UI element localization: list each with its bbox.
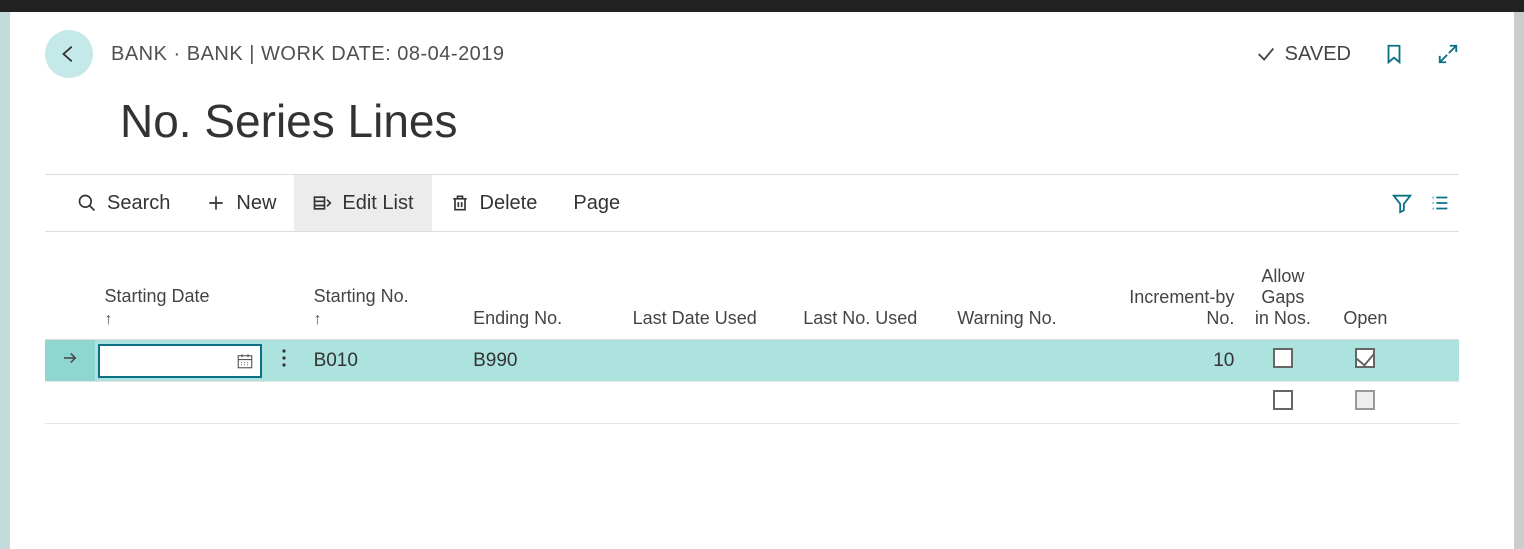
col-spacer	[1409, 260, 1459, 340]
toolbar: Search New Edit List Delete Page	[45, 174, 1459, 232]
sort-asc-icon: ↑	[314, 311, 454, 329]
starting-date-input[interactable]	[98, 344, 263, 378]
edit-list-label: Edit List	[342, 192, 413, 215]
cell-starting-date[interactable]	[95, 382, 266, 424]
cell-open[interactable]	[1321, 382, 1409, 424]
checkbox-disabled[interactable]	[1355, 390, 1375, 410]
cell-last-no-used[interactable]	[793, 382, 947, 424]
delete-button[interactable]: Delete	[432, 175, 556, 231]
cell-last-date-used[interactable]	[623, 382, 794, 424]
col-increment-by-no[interactable]: Increment-by No.	[1101, 260, 1244, 340]
col-rowselector	[45, 260, 95, 340]
row-indicator[interactable]	[45, 340, 95, 382]
checkbox-unchecked[interactable]	[1273, 390, 1293, 410]
filter-button[interactable]	[1391, 191, 1413, 215]
col-last-no-used[interactable]: Last No. Used	[793, 260, 947, 340]
arrow-left-icon	[58, 43, 80, 65]
list-icon	[1429, 192, 1451, 214]
saved-label: SAVED	[1285, 43, 1351, 66]
cell-last-no-used[interactable]	[793, 340, 947, 382]
cell-ending-no[interactable]: B990	[463, 340, 623, 382]
list-view-button[interactable]	[1429, 191, 1451, 215]
col-warning-no[interactable]: Warning No.	[947, 260, 1101, 340]
search-label: Search	[107, 192, 170, 215]
col-allow-gaps[interactable]: Allow Gaps in Nos.	[1244, 260, 1321, 340]
cell-spacer	[1409, 340, 1459, 382]
page-container: BANK · BANK | WORK DATE: 08-04-2019 SAVE…	[10, 12, 1514, 549]
calendar-icon	[236, 352, 254, 370]
data-grid: Starting Date ↑ Starting No. ↑ Ending No…	[45, 260, 1459, 424]
cell-allow-gaps[interactable]	[1244, 340, 1321, 382]
background-left-edge	[0, 12, 10, 549]
cell-last-date-used[interactable]	[623, 340, 794, 382]
col-ending-no[interactable]: Ending No.	[463, 260, 623, 340]
check-icon	[1255, 43, 1277, 65]
sort-asc-icon: ↑	[105, 311, 256, 329]
col-rowmenu	[265, 260, 304, 340]
cell-open[interactable]	[1321, 340, 1409, 382]
cell-starting-no[interactable]: B010	[304, 340, 464, 382]
bookmark-button[interactable]	[1383, 42, 1405, 66]
checkbox-checked[interactable]	[1355, 348, 1375, 368]
back-button[interactable]	[45, 30, 93, 78]
calendar-button[interactable]	[230, 352, 260, 370]
page-label: Page	[573, 192, 620, 215]
table-header-row: Starting Date ↑ Starting No. ↑ Ending No…	[45, 260, 1459, 340]
row-indicator[interactable]	[45, 382, 95, 424]
col-open[interactable]: Open	[1321, 260, 1409, 340]
funnel-icon	[1391, 192, 1413, 214]
table-row[interactable]	[45, 382, 1459, 424]
breadcrumb: BANK · BANK | WORK DATE: 08-04-2019	[111, 43, 505, 66]
page-title: No. Series Lines	[120, 94, 1459, 148]
edit-list-button[interactable]: Edit List	[294, 175, 431, 231]
search-button[interactable]: Search	[59, 175, 188, 231]
expand-icon	[1437, 43, 1459, 65]
cell-spacer	[1409, 382, 1459, 424]
trash-icon	[450, 193, 470, 213]
cell-warning-no[interactable]	[947, 382, 1101, 424]
cell-increment-by-no[interactable]: 10	[1101, 340, 1244, 382]
cell-allow-gaps[interactable]	[1244, 382, 1321, 424]
row-menu[interactable]	[265, 340, 304, 382]
cell-starting-no[interactable]	[304, 382, 464, 424]
cell-ending-no[interactable]	[463, 382, 623, 424]
row-menu[interactable]	[265, 382, 304, 424]
new-button[interactable]: New	[188, 175, 294, 231]
new-label: New	[236, 192, 276, 215]
starting-date-field[interactable]	[100, 350, 231, 371]
col-last-date-used[interactable]: Last Date Used	[623, 260, 794, 340]
col-starting-date[interactable]: Starting Date ↑	[95, 260, 266, 340]
header-right: SAVED	[1255, 42, 1459, 66]
checkbox-unchecked[interactable]	[1273, 348, 1293, 368]
delete-label: Delete	[480, 192, 538, 215]
saved-status: SAVED	[1255, 43, 1351, 66]
edit-list-icon	[312, 193, 332, 213]
table-row[interactable]: B010 B990 10	[45, 340, 1459, 382]
more-vertical-icon	[282, 349, 286, 367]
expand-button[interactable]	[1437, 42, 1459, 66]
plus-icon	[206, 193, 226, 213]
app-topbar	[0, 0, 1524, 12]
page-menu[interactable]: Page	[555, 175, 638, 231]
cell-starting-date[interactable]	[95, 340, 266, 382]
col-starting-no[interactable]: Starting No. ↑	[304, 260, 464, 340]
cell-warning-no[interactable]	[947, 340, 1101, 382]
bookmark-icon	[1383, 43, 1405, 65]
header-row: BANK · BANK | WORK DATE: 08-04-2019 SAVE…	[45, 30, 1459, 78]
cell-increment-by-no[interactable]	[1101, 382, 1244, 424]
search-icon	[77, 193, 97, 213]
arrow-right-icon	[61, 349, 79, 367]
